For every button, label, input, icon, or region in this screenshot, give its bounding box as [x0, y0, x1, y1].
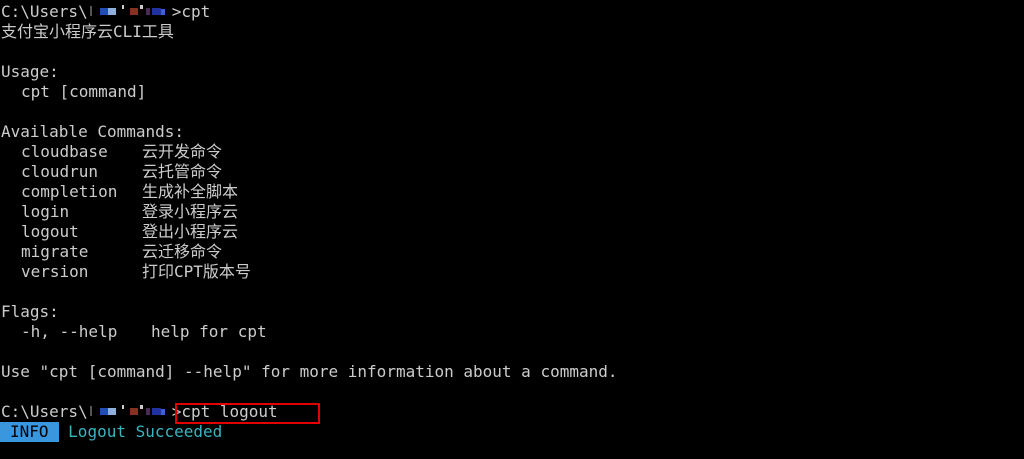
flag-desc: help for cpt	[151, 322, 267, 341]
command-row: login 登录小程序云	[1, 202, 238, 222]
command-name: version	[21, 262, 89, 281]
command-row: migrate 云迁移命令	[1, 242, 222, 262]
command-name: cloudbase	[21, 142, 108, 161]
usage-heading: Usage:	[1, 62, 59, 81]
log-message: Logout Succeeded	[68, 422, 223, 441]
command-row: logout 登出小程序云	[1, 222, 238, 242]
flags-heading: Flags:	[1, 302, 59, 321]
command-name: cloudrun	[21, 162, 99, 181]
command-row: completion 生成补全脚本	[1, 182, 238, 202]
command-desc: 云迁移命令	[142, 242, 223, 261]
command-name: migrate	[21, 242, 89, 261]
command-name: completion	[21, 182, 118, 201]
command-text: cpt	[181, 2, 211, 21]
command-highlight-box	[175, 403, 320, 424]
command-name: logout	[21, 222, 79, 241]
command-name: login	[21, 202, 70, 221]
command-desc: 云开发命令	[142, 142, 223, 161]
prompt-line: C:\Users\ >cpt	[1, 2, 210, 22]
command-desc: 生成补全脚本	[142, 182, 239, 201]
command-row: version 打印CPT版本号	[1, 262, 251, 282]
info-badge: INFO	[0, 422, 59, 442]
flag-name: -h, --help	[21, 322, 118, 341]
command-desc: 云托管命令	[142, 162, 223, 181]
redacted-username	[88, 404, 172, 418]
command-desc: 登录小程序云	[142, 202, 239, 221]
usage-line: cpt [command]	[21, 82, 147, 101]
flag-row: -h, --help help for cpt	[1, 322, 267, 342]
prompt-prefix: C:\Users\	[1, 2, 88, 21]
log-line: INFO Logout Succeeded	[0, 422, 222, 442]
prompt-prefix: C:\Users\	[1, 402, 88, 421]
prompt-suffix: >	[171, 2, 182, 21]
commands-heading: Available Commands:	[1, 122, 185, 141]
redacted-username	[88, 4, 172, 18]
cli-description: 支付宝小程序云CLI工具	[1, 22, 174, 41]
command-desc: 登出小程序云	[142, 222, 239, 241]
command-desc: 打印CPT版本号	[142, 262, 251, 281]
help-hint: Use "cpt [command] --help" for more info…	[1, 362, 618, 381]
command-row: cloudbase 云开发命令	[1, 142, 222, 162]
command-row: cloudrun 云托管命令	[1, 162, 222, 182]
terminal-window[interactable]: C:\Users\ >cpt 支付宝小程序云CLI工具 Usage: cpt [c…	[0, 0, 1024, 459]
